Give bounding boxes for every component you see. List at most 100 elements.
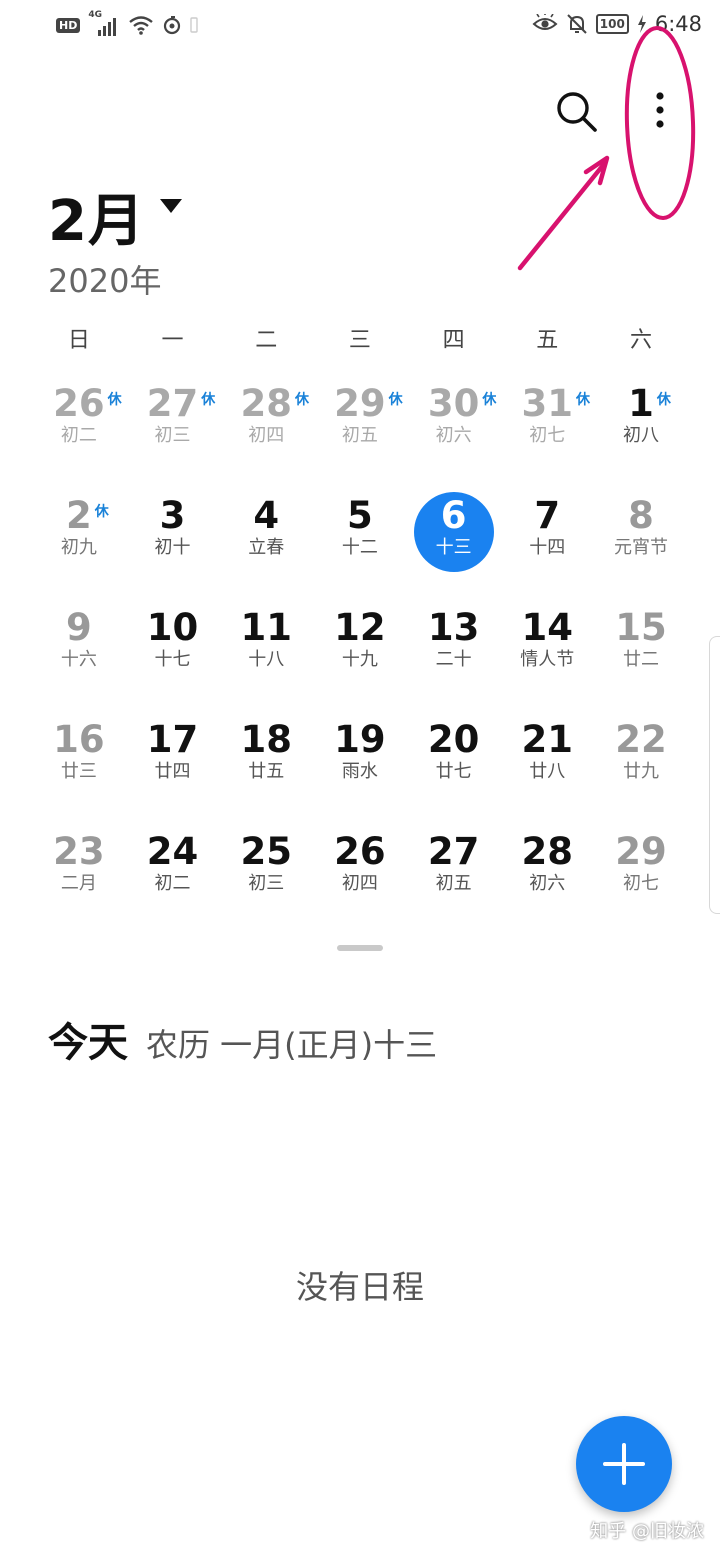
month-dropdown-button[interactable] — [157, 196, 185, 216]
calendar-day[interactable]: 29 休初五 — [313, 372, 407, 484]
calendar-day[interactable]: 20 廿七 — [407, 708, 501, 820]
lunar-day: 立春 — [248, 537, 285, 558]
lunar-day: 十六 — [60, 649, 97, 670]
day-number-text: 2 — [65, 494, 92, 537]
calendar-day[interactable]: 19 雨水 — [313, 708, 407, 820]
bell-off-icon — [567, 14, 587, 34]
calendar-day[interactable]: 28 休初四 — [219, 372, 313, 484]
day-number: 11 — [240, 606, 292, 649]
calendar-day[interactable]: 31 休初七 — [500, 372, 594, 484]
calendar-day[interactable]: 10 十七 — [126, 596, 220, 708]
weekday-label: 五 — [536, 328, 559, 353]
day-number: 29 — [615, 830, 667, 873]
day-number: 24 — [146, 830, 199, 873]
search-button[interactable] — [553, 88, 599, 134]
calendar-day[interactable]: 15 廿二 — [594, 596, 688, 708]
day-number: 15 — [615, 606, 667, 649]
day-number: 18 — [240, 718, 292, 761]
lunar-day: 初六 — [435, 425, 472, 446]
search-icon — [557, 92, 597, 132]
calendar-day[interactable]: 27 初五 — [407, 820, 501, 932]
lunar-day: 十四 — [529, 537, 566, 558]
lunar-day: 十二 — [341, 537, 378, 558]
today-section: 今天 农历 一月(正月)十三 — [48, 1010, 437, 1068]
no-events-text: 没有日程 — [295, 1268, 424, 1306]
lunar-day: 廿四 — [154, 761, 191, 782]
lunar-day: 廿七 — [435, 761, 472, 782]
calendar-day[interactable]: 25 初三 — [219, 820, 313, 932]
calendar-day[interactable]: 7 十四 — [500, 484, 594, 596]
calendar-day[interactable]: 17 廿四 — [126, 708, 220, 820]
lunar-day: 十三 — [435, 537, 472, 558]
calendar-day[interactable]: 12 十九 — [313, 596, 407, 708]
charging-icon — [637, 15, 646, 33]
calendar-day[interactable]: 24 初二 — [126, 820, 220, 932]
day-number: 14 — [521, 606, 574, 649]
lunar-day: 元宵节 — [613, 537, 668, 558]
weekday-label: 六 — [629, 328, 652, 353]
calendar-day[interactable]: 22 廿九 — [594, 708, 688, 820]
lunar-day: 初六 — [529, 873, 566, 894]
day-number: 12 — [334, 606, 386, 649]
calendar-day[interactable]: 9 十六 — [32, 596, 126, 708]
cellular-signal-icon: 4G — [88, 10, 120, 36]
lunar-day: 二十 — [435, 649, 472, 670]
day-number: 26 — [334, 830, 386, 873]
more-vertical-icon — [656, 92, 664, 128]
calendar-day[interactable]: 11 十八 — [219, 596, 313, 708]
day-number: 4 — [253, 494, 280, 537]
lunar-date-text: 农历 一月(正月)十三 — [146, 1026, 438, 1064]
calendar-day[interactable]: 30 休初六 — [407, 372, 501, 484]
calendar-day[interactable]: 27 休初三 — [126, 372, 220, 484]
calendar-day[interactable]: 28 初六 — [500, 820, 594, 932]
lunar-day: 初五 — [435, 873, 472, 894]
day-number: 30 休 — [427, 382, 497, 426]
calendar-day[interactable]: 3 初十 — [126, 484, 220, 596]
day-number: 6 — [440, 494, 467, 537]
calendar-day[interactable]: 5 十二 — [313, 484, 407, 596]
month-title[interactable]: 2月 — [48, 176, 145, 257]
calendar-day[interactable]: 13 二十 — [407, 596, 501, 708]
add-event-button[interactable] — [576, 1416, 672, 1512]
day-number: 7 — [534, 494, 561, 537]
day-number: 22 — [615, 718, 667, 761]
lunar-day: 初四 — [341, 873, 378, 894]
calendar-day[interactable]: 4 立春 — [219, 484, 313, 596]
calendar-day[interactable]: 29 初七 — [594, 820, 688, 932]
day-number-text: 1 — [628, 382, 654, 425]
day-number: 2休 — [65, 494, 109, 538]
calendar-grid: 26 休初二 27 休初三 28 休初四 29 休初五 30 休初六 31 休初七 1 休初八 2 休初九 3 初… — [32, 372, 688, 932]
calendar-day[interactable]: 2 休初九 — [32, 484, 126, 596]
day-number: 27 休 — [147, 382, 216, 426]
day-number: 26 休 — [53, 382, 122, 426]
status-right: 100 6:48 — [532, 12, 702, 36]
calendar-day[interactable]: 8 元宵节 — [594, 484, 688, 596]
calendar-day[interactable]: 14 情人节 — [500, 596, 594, 708]
calendar-day[interactable]: 21 廿八 — [500, 708, 594, 820]
day-number-text: 30 — [427, 382, 480, 425]
calendar-day[interactable]: 26 初四 — [313, 820, 407, 932]
calendar-drag-handle[interactable] — [337, 945, 383, 951]
calendar-day[interactable]: 1 休初八 — [594, 372, 688, 484]
edge-scroll-bar[interactable] — [709, 636, 720, 914]
calendar-day[interactable]: 23 二月 — [32, 820, 126, 932]
weekday-label: 日 — [67, 328, 90, 353]
lunar-day: 初三 — [248, 873, 285, 894]
lunar-day: 初二 — [60, 425, 97, 446]
day-number: 9 — [65, 606, 92, 649]
calendar-day[interactable]: 18 廿五 — [219, 708, 313, 820]
eye-comfort-icon — [532, 14, 558, 30]
calendar-day[interactable]: 26 休初二 — [32, 372, 126, 484]
more-options-button[interactable] — [642, 84, 678, 138]
weekday-label: 四 — [442, 328, 465, 353]
lunar-day: 廿九 — [622, 761, 659, 782]
calendar-day[interactable]: 16 廿三 — [32, 708, 126, 820]
day-number-text: 31 — [521, 382, 574, 425]
holiday-badge: 休 — [107, 392, 122, 408]
lunar-day: 廿二 — [622, 649, 659, 670]
weekday-label: 三 — [348, 328, 371, 353]
day-number: 16 — [53, 718, 105, 761]
day-number: 17 — [146, 718, 199, 761]
day-number: 5 — [347, 494, 373, 537]
calendar-day-today[interactable]: 6 十三 — [407, 484, 501, 596]
